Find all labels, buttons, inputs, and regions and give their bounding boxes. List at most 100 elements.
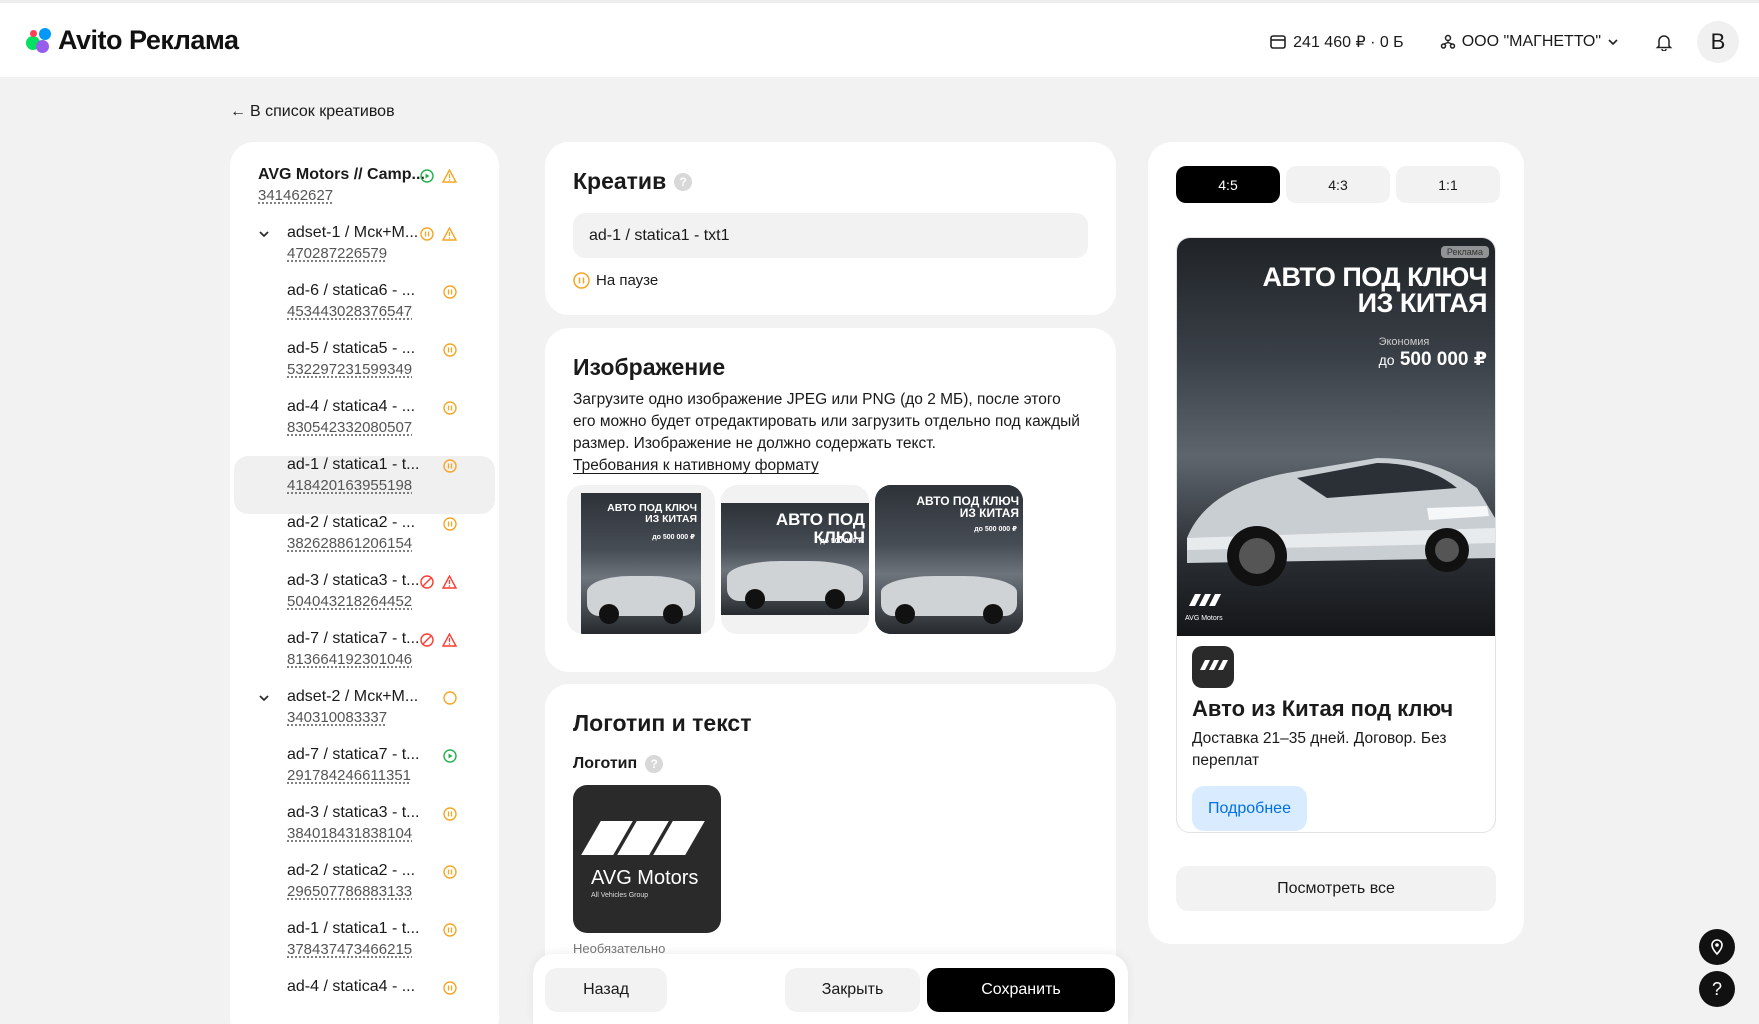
image-thumb-4x5[interactable]: АВТО ПОД КЛЮЧ ИЗ КИТАЯ до 500 000 ₽ [567,485,715,634]
tree-item-id[interactable]: 340310083337 [287,709,387,726]
ad-preview-panel: 4:5 4:3 1:1 Реклама АВТО ПОД КЛЮЧ ИЗ КИТ… [1148,142,1524,944]
help-button[interactable]: ? [1699,971,1735,1007]
paused-status-icon [443,865,457,879]
tree-item-id[interactable]: 830542332080507 [287,419,412,436]
tree-item-name: adset-1 / Мск+М... [287,224,419,241]
close-button[interactable]: Закрыть [785,968,920,1012]
location-help-button[interactable] [1699,929,1735,965]
tree-item-name: ad-2 / statica2 - ... [287,514,416,531]
tree-item-name: ad-4 / statica4 - ... [287,398,416,415]
see-all-button[interactable]: Посмотреть все [1176,866,1496,911]
bell-icon[interactable] [1655,33,1673,51]
tree-adset[interactable]: adset-1 / Мск+М... 470287226579 [246,224,483,282]
creative-name-input[interactable]: ad-1 / statica1 - txt1 [573,213,1088,258]
warning-icon [441,168,458,183]
ad-logo-thumb [1192,646,1234,688]
tree-ad[interactable]: ad-4 / statica4 - ... 830542332080507 [246,398,483,456]
brand-mark-icon [1189,594,1221,606]
paused-status-icon [443,807,457,821]
user-avatar[interactable]: В [1697,21,1739,63]
balance-text: 241 460 ₽ · 0 Б [1293,34,1404,51]
ad-headline-line2: ИЗ КИТАЯ [1357,288,1488,318]
chevron-down-icon[interactable] [258,228,270,243]
logo-sub: All Vehicles Group [591,892,649,899]
tree-ad[interactable]: ad-2 / statica2 - ... 296507786883133 [246,862,483,920]
tree-ad[interactable]: ad-1 / statica1 - t... 418420163955198 [234,456,495,514]
paused-status-icon [443,981,457,995]
ad-more-button[interactable]: Подробнее [1192,786,1307,831]
tree-ad[interactable]: ad-1 / statica1 - t... 378437473466215 [246,920,483,978]
warning-icon [441,226,458,241]
tree-ad[interactable]: ad-7 / statica7 - t... 813664192301046 [246,630,483,688]
logo-text: Avito Реклама [58,25,239,55]
tree-item-id[interactable]: 418420163955198 [287,477,412,494]
ad-description: Доставка 21–35 дней. Договор. Без перепл… [1192,730,1447,769]
logo-name: AVG Motors [591,867,699,889]
save-button[interactable]: Сохранить [927,968,1115,1012]
tree-ad[interactable]: ad-3 / statica3 - t... 384018431838104 [246,804,483,862]
tree-ad[interactable]: ad-3 / statica3 - t... 504043218264452 [246,572,483,630]
tree-item-id[interactable]: 378437473466215 [287,941,412,958]
tree-ad[interactable]: ad-6 / statica6 - ... 453443028376547 [246,282,483,340]
car-illustration [1187,458,1495,586]
ad-badge: Реклама [1440,246,1489,258]
top-header: Avito Реклама 241 460 ₽ · 0 Б ООО "МАГНЕ… [0,0,1759,77]
brand-mark-icon [1200,660,1228,670]
tree-item-name: ad-7 / statica7 - t... [287,630,420,647]
wallet-icon [1270,35,1286,49]
chevron-down-icon [1608,39,1618,46]
tree-item-id[interactable]: 813664192301046 [287,651,412,668]
tree-ad[interactable]: ad-7 / statica7 - t... 291784246611351 [246,746,483,804]
image-thumb-4x3[interactable]: АВТО ПОД КЛЮЧ до 500 000 ₽ [721,485,869,634]
campaign-tree: AVG Motors // Camp... 341462627 adset-1 / … [230,142,499,1024]
ad-economy-label: Экономия [1378,336,1430,348]
paused-status-icon [443,343,457,357]
ad-economy-prefix: до [1378,352,1395,368]
paused-status-icon [443,923,457,937]
tree-item-id[interactable]: 291784246611351 [287,767,411,784]
ad-brand-mini: AVG Motors [1185,615,1223,622]
tree-item-id[interactable]: 453443028376547 [287,303,412,320]
tree-item-id[interactable]: 532297231599349 [287,361,412,378]
tree-item-id[interactable]: 384018431838104 [287,825,412,842]
status-label: На паузе [596,272,659,289]
logo-image[interactable]: AVG Motors All Vehicles Group [573,785,721,933]
blocked-icon [420,575,434,589]
company-selector[interactable]: ООО "МАГНЕТТО" [1440,33,1619,51]
tree-ad[interactable]: ad-5 / statica5 - ... 532297231599349 [246,340,483,398]
tree-ad[interactable]: ad-4 / statica4 - ... [246,978,483,1024]
tree-item-name: ad-1 / statica1 - t... [287,920,420,937]
thumb-headline: АВТО ПОД КЛЮЧ ИЗ КИТАЯ [607,502,697,525]
tree-adset[interactable]: adset-2 / Мск+М... 340310083337 [246,688,483,746]
tree-item-id[interactable]: 382628861206154 [287,535,412,552]
tree-item-name: ad-5 / statica5 - ... [287,340,416,357]
paused-status-icon [443,517,457,531]
tree-item-id[interactable]: 296507786883133 [287,883,412,900]
question-icon: ? [1711,978,1722,999]
back-button[interactable]: Назад [545,968,667,1012]
tab-ratio-4x5[interactable]: 4:5 [1176,166,1280,203]
tree-item-id[interactable]: 470287226579 [287,245,387,262]
map-pin-icon [1711,939,1723,955]
help-icon[interactable]: ? [645,755,664,773]
balance-widget[interactable]: 241 460 ₽ · 0 Б [1269,32,1404,52]
error-warning-icon [441,574,458,589]
arrow-left-icon: ← [230,103,246,120]
tree-campaign[interactable]: AVG Motors // Camp... 341462627 [246,166,483,224]
tab-ratio-4x3[interactable]: 4:3 [1286,166,1390,203]
requirements-link[interactable]: Требования к нативному формату [573,457,819,474]
tree-item-id[interactable]: 341462627 [258,187,333,204]
paused-status-icon [443,459,457,473]
paused-status-icon [443,401,457,415]
avito-logo[interactable]: Avito Реклама [26,25,239,56]
tab-ratio-1x1[interactable]: 1:1 [1396,166,1500,203]
back-to-creatives-link[interactable]: ← В список креативов [230,103,395,121]
creative-title: Креатив [573,168,667,194]
image-thumb-1x1[interactable]: АВТО ПОД КЛЮЧ ИЗ КИТАЯ до 500 000 ₽ [875,485,1023,634]
tree-ad[interactable]: ad-2 / statica2 - ... 382628861206154 [246,514,483,572]
help-icon[interactable]: ? [674,172,693,191]
chevron-down-icon[interactable] [258,692,270,707]
image-section-title: Изображение [573,354,726,380]
tree-item-id[interactable]: 504043218264452 [287,593,412,610]
action-bar: Назад Закрыть Сохранить [533,954,1128,1024]
